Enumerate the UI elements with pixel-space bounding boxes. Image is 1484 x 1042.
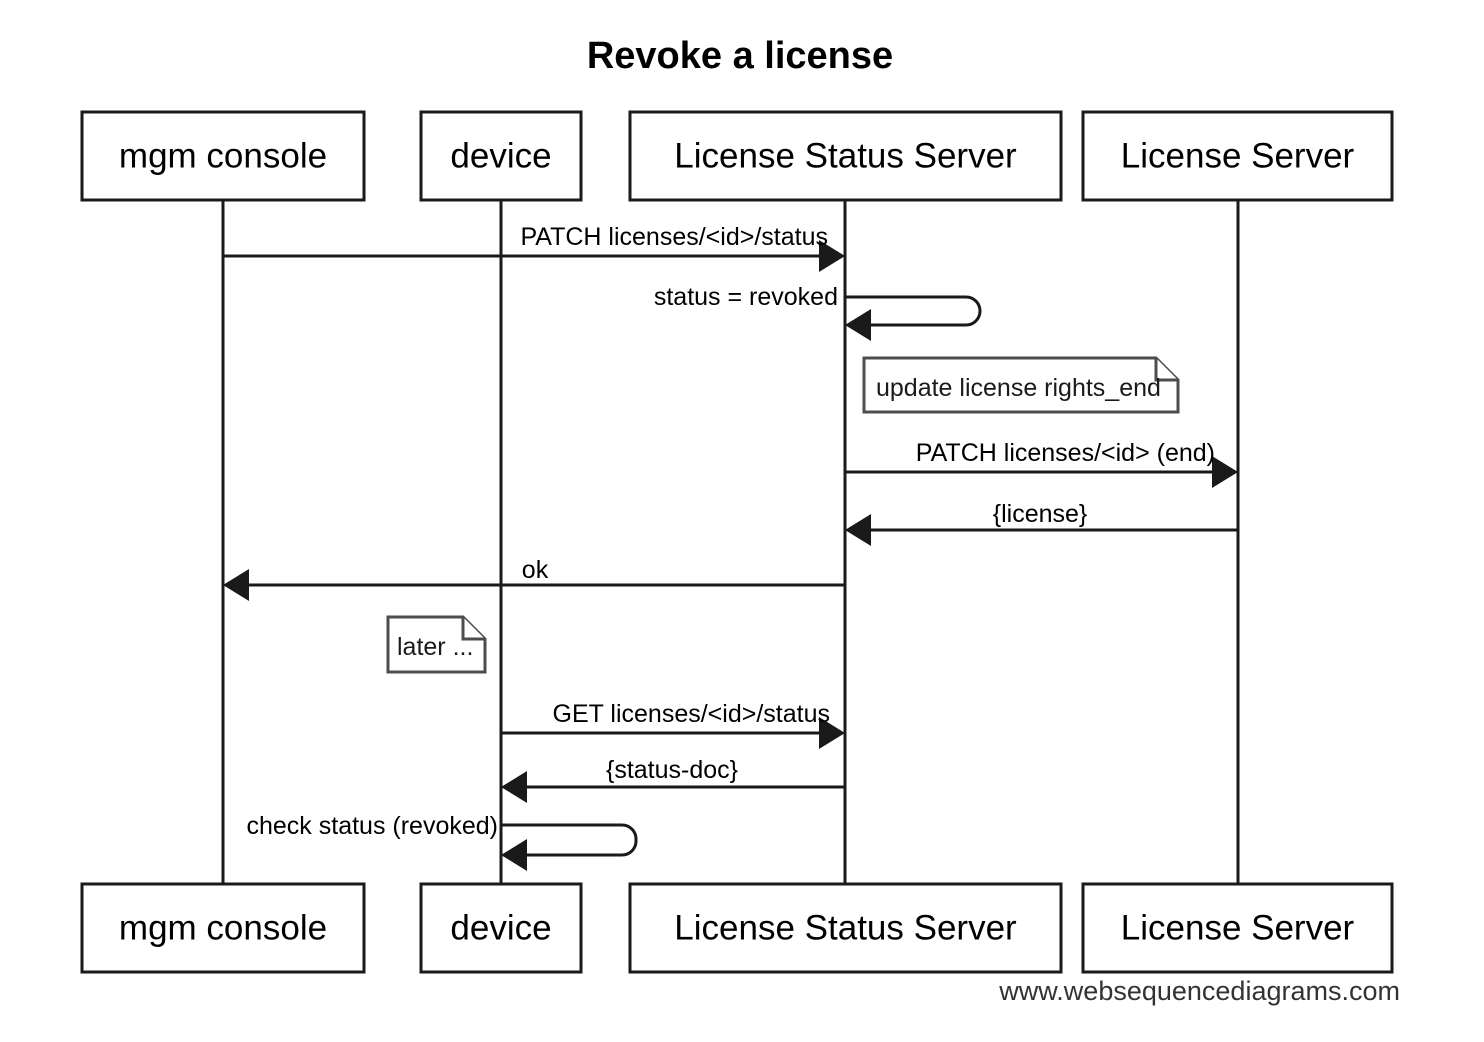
participant-device-top[interactable]: device xyxy=(419,110,583,202)
message-arrowhead-m5 xyxy=(223,569,249,601)
participant-label-device-bottom: device xyxy=(450,908,551,947)
message-m8[interactable]: check status (revoked) xyxy=(247,812,638,871)
message-m5[interactable]: ok xyxy=(223,556,845,601)
participant-label-device-top: device xyxy=(450,136,551,175)
message-m3[interactable]: PATCH licenses/<id> (end) xyxy=(845,439,1238,488)
watermark-label: www.websequencediagrams.com xyxy=(998,976,1400,1006)
participant-device-bottom[interactable]: device xyxy=(419,882,583,974)
participant-label-mgm-top: mgm console xyxy=(119,136,327,175)
note-note-later[interactable]: later ... xyxy=(386,615,487,674)
message-arrowhead-m8 xyxy=(501,839,527,871)
message-m4[interactable]: {license} xyxy=(845,500,1238,546)
message-label-m7: {status-doc} xyxy=(606,756,738,784)
message-m1[interactable]: PATCH licenses/<id>/status xyxy=(223,223,845,272)
sequence-diagram-root: Revoke a license PATCH licenses/<id>/sta… xyxy=(0,0,1484,1042)
participant-lss-top[interactable]: License Status Server xyxy=(628,110,1063,202)
message-arrowhead-m7 xyxy=(501,771,527,803)
message-label-m5: ok xyxy=(522,556,549,584)
message-arrowhead-m4 xyxy=(845,514,871,546)
participant-mgm-top[interactable]: mgm console xyxy=(80,110,366,202)
note-label-note-later: later ... xyxy=(397,633,473,661)
message-m7[interactable]: {status-doc} xyxy=(501,756,845,803)
participant-label-ls-top: License Server xyxy=(1121,136,1355,175)
message-m2[interactable]: status = revoked xyxy=(654,283,982,341)
participant-label-ls-bottom: License Server xyxy=(1121,908,1355,947)
note-note-update[interactable]: update license rights_end xyxy=(862,356,1180,414)
messages-layer: PATCH licenses/<id>/status status = revok… xyxy=(223,223,1238,871)
participant-lss-bottom[interactable]: License Status Server xyxy=(628,882,1063,974)
message-label-m4: {license} xyxy=(993,500,1088,528)
participant-label-lss-bottom: License Status Server xyxy=(674,908,1017,947)
participant-ls-bottom[interactable]: License Server xyxy=(1081,882,1394,974)
note-label-note-update: update license rights_end xyxy=(876,374,1161,402)
diagram-title: Revoke a license xyxy=(587,35,893,77)
participant-label-mgm-bottom: mgm console xyxy=(119,908,327,947)
participant-label-lss-top: License Status Server xyxy=(674,136,1017,175)
message-label-m2: status = revoked xyxy=(654,283,838,311)
participant-ls-top[interactable]: License Server xyxy=(1081,110,1394,202)
participant-mgm-bottom[interactable]: mgm console xyxy=(80,882,366,974)
message-label-m8: check status (revoked) xyxy=(247,812,499,840)
message-label-m6: GET licenses/<id>/status xyxy=(553,700,830,728)
message-label-m1: PATCH licenses/<id>/status xyxy=(520,223,828,251)
sequence-diagram-canvas: Revoke a license PATCH licenses/<id>/sta… xyxy=(0,0,1484,1042)
message-arrowhead-m3 xyxy=(1212,456,1238,488)
message-m6[interactable]: GET licenses/<id>/status xyxy=(501,700,845,749)
message-label-m3: PATCH licenses/<id> (end) xyxy=(916,439,1215,467)
message-arrowhead-m2 xyxy=(845,309,871,341)
